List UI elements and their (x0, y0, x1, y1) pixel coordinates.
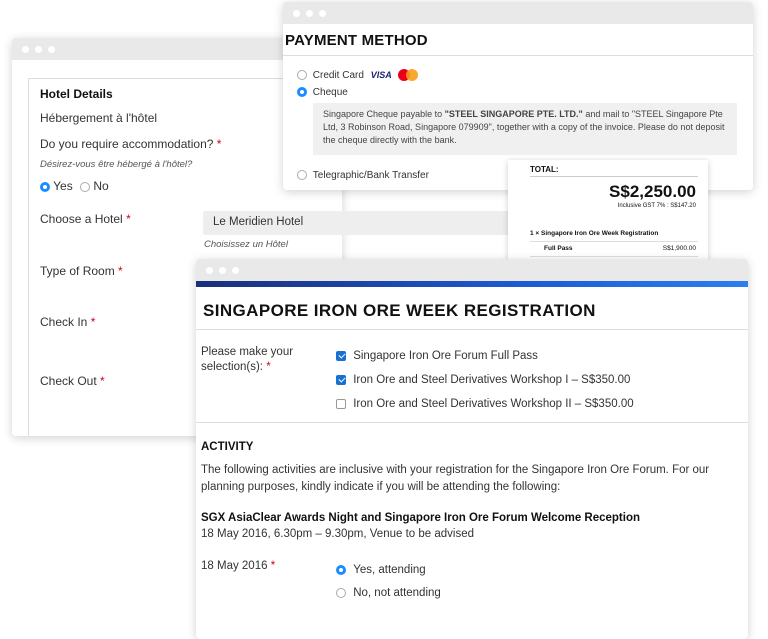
window-dot-icon (293, 9, 300, 17)
required-marker: * (216, 137, 222, 151)
cheque-note-prefix: Singapore Cheque payable to (323, 109, 445, 119)
credit-card-option[interactable]: Credit Card VISA (297, 69, 418, 81)
workshop-1-checkbox[interactable] (336, 374, 346, 385)
window-dot-icon (35, 45, 42, 53)
accommodation-label: Do you require accommodation? * (40, 137, 221, 151)
no-label: No (93, 179, 109, 193)
required-marker: * (270, 560, 276, 572)
selection-label-line1: Please make your (201, 346, 294, 358)
total-label: TOTAL: (530, 165, 559, 174)
required-marker: * (100, 374, 105, 388)
window-dot-icon (48, 45, 55, 53)
cheque-radio[interactable] (297, 87, 307, 98)
attend-no-option[interactable]: No, not attending (336, 587, 441, 599)
divider (530, 256, 698, 257)
room-type-label: Type of Room * (40, 264, 123, 278)
payment-method-title: PAYMENT METHOD (285, 32, 428, 49)
yes-label: Yes (53, 179, 73, 193)
hotel-select-value: Le Meridien Hotel (213, 216, 304, 228)
hotel-select-hint: Choisissez un Hôtel (204, 239, 288, 250)
check-in-text: Check In (40, 315, 88, 329)
full-pass-checkbox[interactable] (336, 350, 346, 361)
line-item: 1 × Singapore Iron Ore Week Registration (530, 230, 659, 237)
accommodation-radio-group: Yes No (40, 179, 109, 193)
required-marker: * (118, 264, 123, 278)
selection-label-text: selection(s): (201, 361, 263, 373)
total-amount: S$2,250.00 (609, 182, 696, 201)
registration-title: SINGAPORE IRON ORE WEEK REGISTRATION (203, 301, 596, 320)
check-out-text: Check Out (40, 374, 97, 388)
accent-bar (196, 281, 748, 287)
option-label: Iron Ore and Steel Derivatives Workshop … (353, 374, 631, 386)
credit-card-label: Credit Card (312, 69, 364, 81)
credit-card-radio[interactable] (297, 70, 307, 80)
attend-yes-option[interactable]: Yes, attending (336, 564, 426, 576)
cheque-option[interactable]: Cheque (297, 87, 348, 98)
divider (283, 55, 753, 56)
choose-hotel-text: Choose a Hotel (40, 212, 123, 226)
cheque-payee: "STEEL SINGAPORE PTE. LTD." (444, 109, 583, 119)
activity-description-line2: planning purposes, kindly indicate if yo… (201, 481, 561, 493)
event-date-text: 18 May 2016 (201, 560, 268, 572)
check-in-label: Check In * (40, 315, 95, 329)
required-marker: * (266, 361, 271, 373)
option-label: Singapore Iron Ore Forum Full Pass (353, 350, 538, 362)
total-gst: Inclusive GST 7% : S$147.20 (617, 203, 696, 209)
required-marker: * (126, 212, 131, 226)
option-label: Iron Ore and Steel Derivatives Workshop … (353, 398, 634, 410)
order-total-card: TOTAL: S$2,250.00 Inclusive GST 7% : S$1… (508, 160, 708, 264)
cheque-label: Cheque (312, 87, 348, 98)
accommodation-no-radio[interactable] (80, 181, 91, 192)
selection-label-line2: selection(s): * (201, 361, 271, 373)
choose-hotel-label: Choose a Hotel * (40, 212, 131, 226)
window-dot-icon (22, 45, 29, 53)
window-dot-icon (319, 9, 326, 17)
window-dot-icon (206, 266, 213, 274)
attend-no-radio[interactable] (336, 587, 346, 598)
required-marker: * (90, 315, 96, 329)
window-dot-icon (219, 266, 226, 274)
registration-window: SINGAPORE IRON ORE WEEK REGISTRATION Ple… (196, 259, 748, 639)
mastercard-logo-icon (397, 69, 418, 81)
hotel-select[interactable]: Le Meridien Hotel (203, 211, 523, 235)
room-type-text: Type of Room (40, 264, 115, 278)
accommodation-question: Do you require accommodation? (40, 137, 214, 151)
divider (530, 176, 698, 177)
option-full-pass[interactable]: Singapore Iron Ore Forum Full Pass (336, 350, 538, 362)
divider (196, 329, 748, 330)
check-out-label: Check Out * (40, 374, 105, 388)
attend-yes-label: Yes, attending (353, 564, 426, 576)
visa-logo-icon: VISA (370, 69, 392, 80)
bank-transfer-label: Telegraphic/Bank Transfer (312, 170, 429, 181)
cheque-instructions: Singapore Cheque payable to "STEEL SINGA… (313, 103, 737, 155)
accommodation-hint: Désirez-vous être hébergé à l'hôtel? (40, 159, 193, 170)
window-dot-icon (232, 266, 239, 274)
bank-transfer-option[interactable]: Telegraphic/Bank Transfer (297, 170, 429, 181)
event-date-label: 18 May 2016 * (201, 560, 275, 572)
window-dot-icon (306, 9, 313, 17)
event-time: 18 May 2016, 6.30pm – 9.30pm, Venue to b… (201, 528, 474, 540)
section-subtitle: Hébergement à l'hôtel (40, 111, 158, 125)
attend-no-label: No, not attending (353, 587, 441, 599)
accommodation-yes-radio[interactable] (40, 181, 50, 192)
divider (530, 241, 698, 242)
activity-description-line1: The following activities are inclusive w… (201, 464, 710, 476)
divider (196, 422, 748, 423)
attend-yes-radio[interactable] (336, 564, 346, 575)
option-workshop-1[interactable]: Iron Ore and Steel Derivatives Workshop … (336, 374, 630, 386)
window-titlebar (283, 2, 753, 24)
activity-heading: ACTIVITY (201, 441, 254, 453)
section-title: Hotel Details (40, 87, 113, 101)
option-workshop-2[interactable]: Iron Ore and Steel Derivatives Workshop … (336, 398, 634, 410)
bank-transfer-radio[interactable] (297, 170, 307, 181)
window-titlebar (196, 259, 748, 281)
pass-price: S$1,900.00 (662, 245, 696, 252)
workshop-2-checkbox[interactable] (336, 398, 346, 409)
event-title: SGX AsiaClear Awards Night and Singapore… (201, 512, 641, 524)
pass-label: Full Pass (544, 245, 573, 252)
